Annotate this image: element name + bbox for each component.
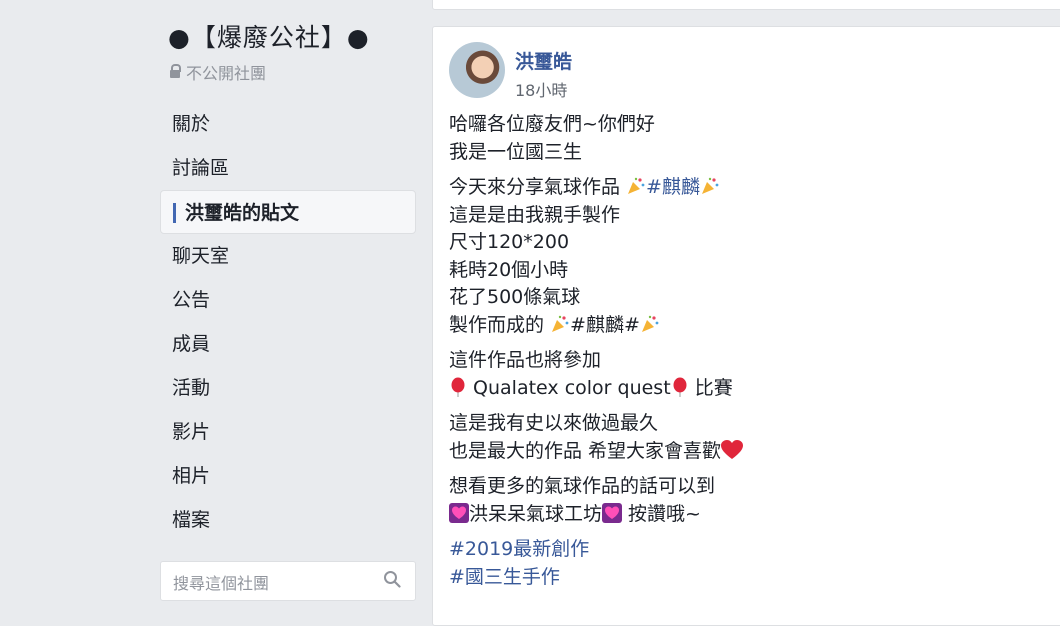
post-line: 製作而成的 #麒麟# bbox=[449, 312, 1049, 340]
sparkle-heart-icon bbox=[602, 502, 623, 523]
hashtag-link[interactable]: #麒麟 bbox=[646, 176, 700, 198]
nav-item-about[interactable]: 關於 bbox=[160, 102, 416, 146]
post-text: 也是最大的作品 希望大家會喜歡 bbox=[449, 439, 722, 462]
lock-icon bbox=[170, 64, 181, 78]
post-text: 製作而成的 bbox=[449, 313, 551, 336]
post-line: 這是我有史以來做過最久 bbox=[449, 412, 659, 434]
group-title[interactable]: ●【爆廢公社】● bbox=[168, 18, 370, 54]
sparkle-heart-icon bbox=[449, 502, 469, 523]
post-text: 按讚哦~ bbox=[622, 502, 701, 525]
group-search-input[interactable]: 搜尋這個社團 bbox=[160, 561, 416, 601]
search-icon[interactable] bbox=[383, 570, 401, 588]
previous-card bbox=[432, 0, 1060, 10]
hashtag-link[interactable]: #2019最新創作 bbox=[449, 536, 1049, 564]
nav-item-files[interactable]: 檔案 bbox=[160, 498, 416, 542]
nav-item-member-posts[interactable]: 洪璽皓的貼文 bbox=[160, 190, 416, 234]
party-popper-icon bbox=[628, 177, 645, 194]
post-body: 哈囉各位廢友們~你們好 我是一位國三生 今天來分享氣球作品 #麒麟 這是是由我親… bbox=[449, 111, 1049, 599]
post-line: 尺寸120*200 bbox=[449, 231, 570, 253]
post-line: 這件作品也將參加 bbox=[449, 349, 602, 371]
post-line: 哈囉各位廢友們~你們好 bbox=[449, 113, 655, 135]
party-popper-icon bbox=[552, 315, 569, 332]
group-nav: 關於 討論區 洪璽皓的貼文 聊天室 公告 成員 活動 影片 相片 檔案 bbox=[160, 102, 416, 542]
post-line: 今天來分享氣球作品 #麒麟 bbox=[449, 174, 1049, 202]
nav-item-discussion[interactable]: 討論區 bbox=[160, 146, 416, 190]
page-link[interactable]: 洪呆呆氣球工坊 bbox=[469, 503, 602, 525]
avatar[interactable] bbox=[449, 42, 505, 98]
group-privacy: 不公開社團 bbox=[170, 60, 266, 84]
post-line: 也是最大的作品 希望大家會喜歡 bbox=[449, 438, 1049, 466]
balloon-icon bbox=[451, 377, 465, 397]
nav-item-videos[interactable]: 影片 bbox=[160, 410, 416, 454]
nav-item-members[interactable]: 成員 bbox=[160, 322, 416, 366]
post-line: 我是一位國三生 bbox=[449, 140, 583, 163]
post-line: 耗時20個小時 bbox=[449, 258, 569, 281]
party-popper-icon bbox=[641, 315, 659, 332]
post-timestamp[interactable]: 18小時 bbox=[515, 77, 567, 101]
post-line: 想看更多的氣球作品的話可以到 bbox=[449, 475, 716, 497]
post-line: Qualatex color quest 比賽 bbox=[449, 375, 1049, 403]
search-placeholder: 搜尋這個社團 bbox=[173, 574, 270, 593]
post-author[interactable]: 洪璽皓 bbox=[515, 47, 572, 74]
post-line: 這是是由我親手製作 bbox=[449, 203, 621, 226]
heart-icon bbox=[721, 439, 744, 459]
nav-item-events[interactable]: 活動 bbox=[160, 366, 416, 410]
party-popper-icon bbox=[701, 177, 719, 194]
nav-item-photos[interactable]: 相片 bbox=[160, 454, 416, 498]
post-text: 比賽 bbox=[688, 376, 733, 399]
balloon-icon bbox=[673, 377, 687, 397]
post-line: 花了500條氣球 bbox=[449, 286, 581, 308]
nav-item-chats[interactable]: 聊天室 bbox=[160, 234, 416, 278]
nav-item-announcements[interactable]: 公告 bbox=[160, 278, 416, 322]
privacy-label: 不公開社團 bbox=[186, 64, 267, 83]
post-text: #麒麟# bbox=[570, 313, 640, 336]
post-line: 洪呆呆氣球工坊 按讚哦~ bbox=[449, 501, 1049, 529]
post-text: Qualatex color quest bbox=[467, 376, 671, 399]
hashtag-link[interactable]: #國三生手作 bbox=[449, 564, 1049, 592]
post-text: 今天來分享氣球作品 bbox=[449, 176, 627, 198]
post-card: 洪璽皓 18小時 哈囉各位廢友們~你們好 我是一位國三生 今天來分享氣球作品 #… bbox=[432, 26, 1060, 626]
